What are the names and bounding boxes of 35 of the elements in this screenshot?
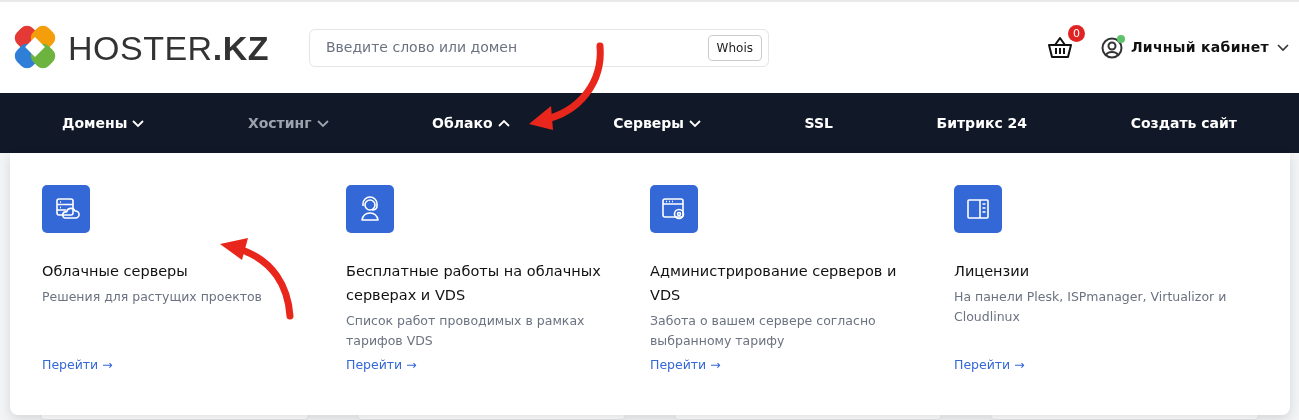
panel-icon: [954, 185, 1002, 233]
go-link[interactable]: Перейти →: [650, 356, 924, 375]
account-link[interactable]: Личный кабинет: [1130, 37, 1269, 58]
go-link[interactable]: Перейти →: [346, 356, 620, 375]
nav-item[interactable]: Серверы: [613, 112, 701, 134]
menu-item-title[interactable]: Лицензии: [954, 259, 1228, 283]
headset-person-icon: [346, 185, 394, 233]
chevron-up-icon: [497, 118, 510, 128]
go-link[interactable]: Перейти →: [954, 356, 1228, 375]
server-cloud-icon: [42, 185, 90, 233]
chevron-down-icon: [132, 118, 145, 128]
nav-item[interactable]: Облако: [432, 112, 510, 134]
menu-item-title[interactable]: Бесплатные работы на облачных серверах и VDS: [346, 259, 620, 307]
go-link[interactable]: Перейти →: [42, 356, 316, 375]
chevron-down-icon: [316, 118, 329, 128]
menu-item-description: Список работ проводимых в рамках тарифов VDS: [346, 312, 586, 350]
menu-item-description: На панели Plesk, ISPmanager, Virtualizor и Cloudlinux: [954, 288, 1228, 326]
menu-item-title[interactable]: Облачные серверы: [42, 259, 316, 283]
nav-item[interactable]: Битрикс 24: [936, 112, 1028, 134]
nav-item[interactable]: Создать сайт: [1130, 112, 1237, 134]
menu-item-description: Решения для растущих проектов: [42, 288, 263, 306]
cart-count-badge: 0: [1067, 25, 1085, 43]
logo-text[interactable]: HOSTER.KZ: [68, 30, 269, 65]
chevron-down-icon: [688, 118, 701, 128]
nav-item[interactable]: SSL: [804, 112, 833, 134]
search-field[interactable]: Введите слово или домен Whois: [308, 28, 769, 67]
chevron-down-icon[interactable]: [1277, 43, 1289, 52]
user-icon[interactable]: [1100, 37, 1123, 59]
basket-icon[interactable]: [1046, 35, 1073, 60]
menu-item-description: Забота о вашем сервере согласно выбранному тарифу: [650, 312, 877, 350]
nav-item[interactable]: Домены: [62, 112, 145, 134]
nav-item[interactable]: Хостинг: [247, 112, 329, 134]
menu-item-title[interactable]: Администрирование серверов и VDS: [650, 259, 924, 307]
whois-button[interactable]: Whois: [707, 34, 762, 61]
window-gear-icon: [650, 185, 698, 233]
